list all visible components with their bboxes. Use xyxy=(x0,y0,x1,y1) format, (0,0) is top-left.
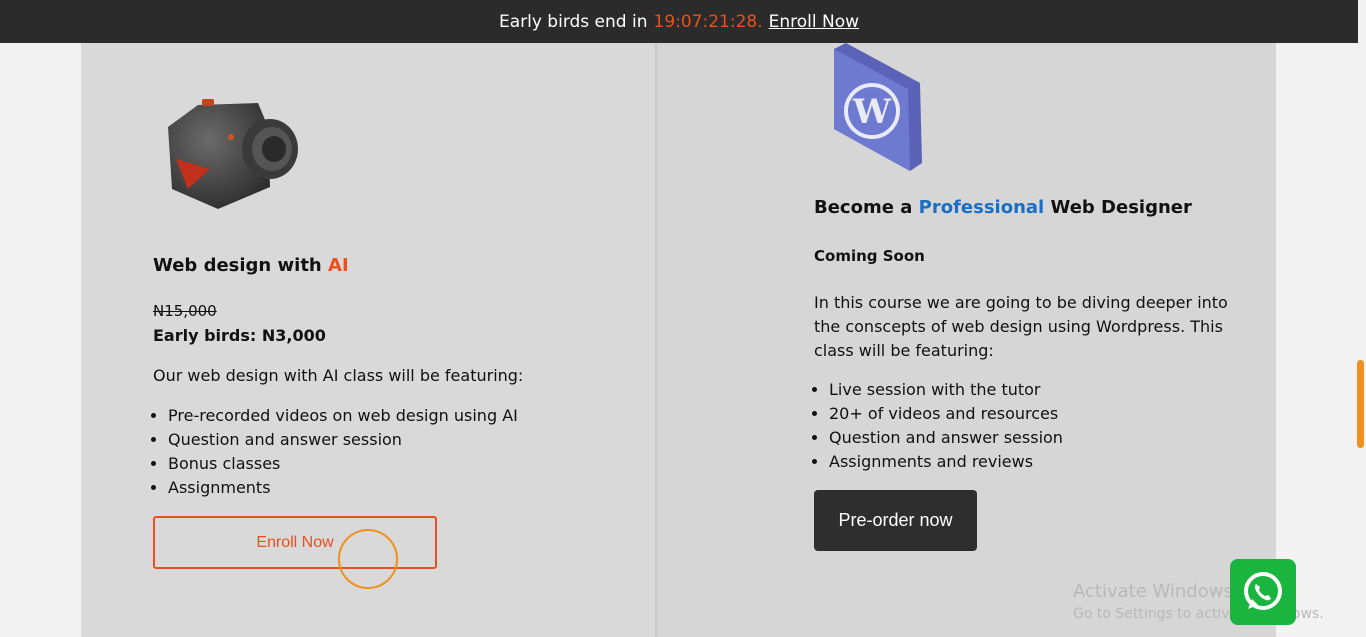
list-item: Bonus classes xyxy=(168,452,518,476)
list-item: Question and answer session xyxy=(829,426,1063,450)
early-bird-price: Early birds: N3,000 xyxy=(153,326,326,345)
cursor-highlight xyxy=(338,529,398,589)
course-title-suffix: Web Designer xyxy=(1050,197,1192,218)
old-price: N15,000 xyxy=(153,302,217,320)
windows-watermark-title: Activate Windows xyxy=(1073,581,1233,602)
camera-icon xyxy=(168,99,298,209)
scrollbar-thumb[interactable] xyxy=(1357,360,1364,448)
list-item: Live session with the tutor xyxy=(829,378,1063,402)
course-title-wordpress: Become a Professional Web Designer xyxy=(814,197,1192,218)
course-title-prefix: Become a xyxy=(814,197,913,218)
course-title-text: Web design with xyxy=(153,255,322,276)
promo-bar: Early birds end in 19:07:21:28. Enroll N… xyxy=(0,0,1358,43)
feature-list-wordpress: Live session with the tutor 20+ of video… xyxy=(814,378,1063,474)
svg-text:W: W xyxy=(852,92,892,132)
wordpress-icon: W xyxy=(834,43,922,171)
enroll-now-link[interactable]: Enroll Now xyxy=(769,12,859,32)
pre-order-button[interactable]: Pre-order now xyxy=(814,490,977,551)
list-item: Assignments xyxy=(168,476,518,500)
list-item: Assignments and reviews xyxy=(829,450,1063,474)
course-title-accent: Professional xyxy=(918,197,1045,218)
list-item: Question and answer session xyxy=(168,428,518,452)
whatsapp-icon xyxy=(1244,572,1282,610)
status-badge: Coming Soon xyxy=(814,247,925,265)
course-title-accent: AI xyxy=(328,255,349,276)
list-item: Pre-recorded videos on web design using … xyxy=(168,404,518,428)
countdown-timer: 19:07:21:28. xyxy=(653,11,763,32)
course-title-ai: Web design with AI xyxy=(153,255,349,276)
whatsapp-button[interactable] xyxy=(1230,559,1296,625)
list-item: 20+ of videos and resources xyxy=(829,402,1063,426)
course-intro-wordpress: In this course we are going to be diving… xyxy=(814,293,1228,360)
course-intro-ai: Our web design with AI class will be fea… xyxy=(153,366,524,385)
feature-list-ai: Pre-recorded videos on web design using … xyxy=(153,404,518,500)
promo-text: Early birds end in xyxy=(498,11,648,32)
